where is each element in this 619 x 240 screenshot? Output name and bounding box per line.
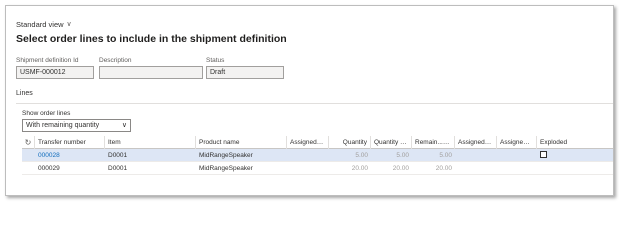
show-order-lines-select[interactable]: With remaining quantity ∨ (22, 119, 131, 132)
lines-section-title: Lines (16, 90, 33, 97)
column-header-item[interactable]: Item (105, 135, 196, 149)
remaining-cell: 5.00 (439, 151, 452, 159)
lines-divider (16, 103, 613, 104)
transfer-number-link[interactable]: 000028 (35, 149, 105, 162)
column-header-assigned-t-2[interactable]: Assigned t... (497, 135, 537, 149)
quantity-cell: 20.00 (351, 164, 368, 172)
assigned-t-1-cell (455, 149, 497, 162)
chevron-down-icon: ∨ (121, 122, 127, 129)
exploded-checkbox[interactable] (540, 151, 547, 159)
shipment-definition-id-field[interactable]: USMF-000012 (16, 66, 94, 79)
grid-header-row: ↻ Transfer number Item Product name Assi… (22, 135, 613, 149)
assigned-t-2-cell (497, 149, 537, 162)
table-row[interactable]: 000028 D0001 MidRangeSpeaker 5.00 5.00 5… (22, 149, 613, 162)
assigned-quantity-cell (287, 162, 329, 175)
assigned-t-1-cell (455, 162, 497, 175)
chevron-down-icon: ∨ (66, 20, 72, 28)
exploded-cell (537, 149, 587, 162)
status-label: Status (206, 57, 225, 64)
item-cell: D0001 (108, 151, 128, 159)
shipment-definition-id-label: Shipment definition Id (16, 57, 79, 64)
transfer-number-cell[interactable]: 000029 (35, 162, 105, 175)
column-header-assigned-t-1[interactable]: Assigned t... (455, 135, 497, 149)
assigned-t-2-cell (497, 162, 537, 175)
column-header-transfer-number[interactable]: Transfer number (35, 135, 105, 149)
assigned-quantity-cell (287, 149, 329, 162)
dialog-frame: Standard view ∨ Select order lines to in… (5, 5, 614, 196)
show-order-lines-value: With remaining quantity (26, 122, 100, 129)
quantity-cell: 5.00 (355, 151, 368, 159)
column-header-quantity-available[interactable]: Quantity a... (371, 135, 412, 149)
view-selector[interactable]: Standard view ∨ (16, 20, 72, 29)
exploded-cell (537, 162, 587, 175)
column-header-exploded[interactable]: Exploded (537, 136, 587, 149)
description-field[interactable] (99, 66, 203, 79)
row-selector[interactable] (22, 162, 35, 175)
column-header-remaining[interactable]: Remain... ▽ (412, 135, 455, 149)
row-selector[interactable] (22, 149, 35, 162)
item-cell: D0001 (108, 164, 128, 172)
status-field[interactable]: Draft (206, 66, 284, 79)
page-title: Select order lines to include in the shi… (16, 33, 287, 45)
column-header-assigned-quantity[interactable]: Assigned q... (287, 135, 329, 149)
refresh-icon[interactable]: ↻ (22, 135, 35, 149)
quantity-available-cell: 20.00 (392, 164, 409, 172)
column-header-product-name[interactable]: Product name (196, 135, 287, 149)
show-order-lines-label: Show order lines (22, 110, 71, 117)
quantity-available-cell: 5.00 (396, 151, 409, 159)
description-label: Description (99, 57, 132, 64)
product-name-cell: MidRangeSpeaker (199, 164, 253, 172)
remaining-cell: 20.00 (435, 164, 452, 172)
product-name-cell: MidRangeSpeaker (199, 151, 253, 159)
column-header-quantity[interactable]: Quantity (329, 135, 371, 149)
table-row[interactable]: 000029 D0001 MidRangeSpeaker 20.00 20.00… (22, 162, 613, 175)
view-label: Standard view (16, 20, 64, 29)
column-header-remaining-label: Remain... (415, 138, 443, 146)
order-lines-grid: ↻ Transfer number Item Product name Assi… (22, 135, 613, 175)
